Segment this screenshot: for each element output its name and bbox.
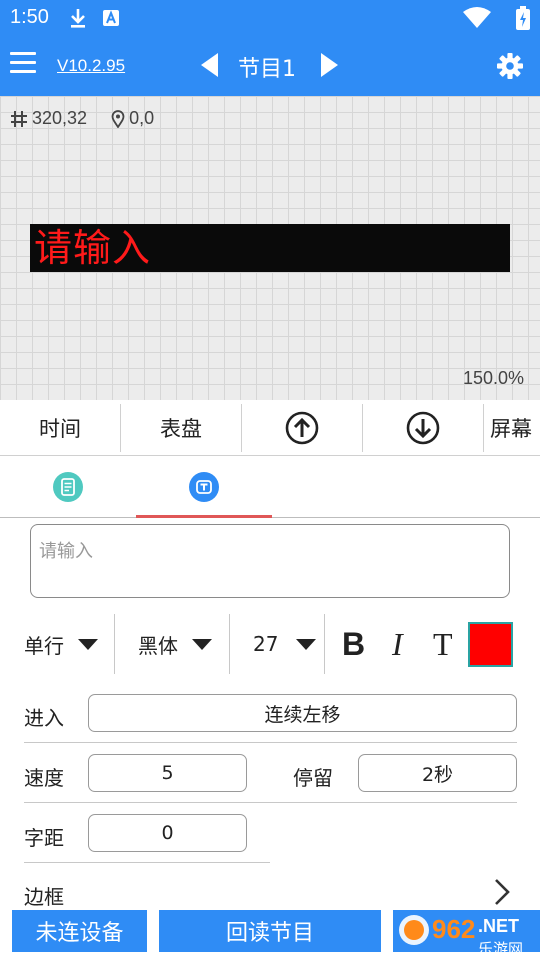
speed-input[interactable]: 5 — [88, 754, 247, 792]
watermark-suffix: .NET — [478, 916, 519, 936]
screen-tool[interactable]: 屏幕 — [484, 404, 540, 452]
element-toolbar: 时间 表盘 屏幕 — [0, 400, 540, 456]
dropdown-arrow-icon — [78, 638, 98, 650]
device-status-button[interactable]: 未连设备 — [12, 910, 147, 952]
divider — [114, 614, 115, 674]
font-size-value: 27 — [253, 632, 279, 656]
coordinate-readout: 320,32 0,0 — [10, 108, 154, 129]
text-style-button[interactable]: T — [433, 622, 453, 666]
divider — [229, 614, 230, 674]
stay-label: 停留 — [293, 766, 333, 790]
spacing-label: 字距 — [24, 826, 64, 850]
line-mode-value: 单行 — [24, 633, 64, 658]
screen-tool-label: 屏幕 — [490, 417, 532, 441]
divider — [24, 862, 270, 863]
divider — [24, 802, 517, 803]
tab-text[interactable] — [136, 456, 272, 518]
zoom-level: 150.0% — [462, 368, 524, 388]
tab-document[interactable] — [0, 456, 136, 518]
format-row: 单行 黑体 27 B I T — [0, 612, 540, 676]
top-bar: 1:50 V10.2.95 节目1 — [0, 0, 540, 96]
spacing-input[interactable]: 0 — [88, 814, 247, 852]
readback-program-button[interactable]: 回读节目 — [159, 910, 381, 952]
text-content-input[interactable]: 请输入 — [30, 524, 510, 598]
enter-label: 进入 — [24, 706, 64, 730]
document-icon — [53, 472, 83, 502]
dial-tool[interactable]: 表盘 — [121, 404, 242, 452]
time-tool-label: 时间 — [39, 417, 81, 441]
bold-button[interactable]: B — [342, 622, 365, 666]
time-tool[interactable]: 时间 — [0, 404, 121, 452]
wifi-icon — [463, 7, 491, 28]
dial-tool-label: 表盘 — [160, 417, 202, 441]
location-pin-icon — [111, 109, 125, 128]
app-bar: V10.2.95 节目1 — [0, 36, 540, 96]
line-mode-select[interactable]: 单行 — [24, 612, 98, 676]
arrow-down-circle-icon — [406, 411, 440, 445]
grid-size-icon — [11, 110, 27, 127]
divider — [24, 742, 517, 743]
move-up-button[interactable] — [242, 404, 363, 452]
font-value: 黑体 — [138, 633, 178, 658]
menu-icon[interactable] — [10, 52, 36, 74]
next-program-icon[interactable] — [320, 52, 340, 78]
divider — [324, 614, 325, 674]
arrow-up-circle-icon — [285, 411, 319, 445]
status-bar: 1:50 — [0, 0, 540, 36]
gear-icon[interactable] — [496, 52, 524, 80]
watermark-subtitle: 乐游网 — [478, 940, 523, 958]
program-title: 节目1 — [238, 57, 296, 82]
watermark-brand: 962 — [432, 914, 475, 944]
text-color-picker[interactable] — [468, 622, 513, 667]
stay-duration-select[interactable]: 2秒 — [358, 754, 517, 792]
version-link[interactable]: V10.2.95 — [57, 56, 125, 76]
previous-program-icon[interactable] — [199, 52, 219, 78]
text-icon — [189, 472, 219, 502]
move-down-button[interactable] — [363, 404, 484, 452]
border-label: 边框 — [24, 885, 64, 909]
speed-label: 速度 — [24, 766, 64, 790]
font-size-select[interactable]: 27 — [253, 612, 317, 676]
font-select[interactable]: 黑体 — [138, 612, 212, 676]
chevron-right-icon[interactable] — [493, 878, 511, 906]
dropdown-arrow-icon — [296, 638, 317, 650]
dropdown-arrow-icon — [192, 638, 212, 650]
site-watermark-logo: 962 .NET 乐游网 — [399, 914, 523, 958]
property-tabs — [0, 456, 540, 518]
led-screen[interactable]: 请输入 — [30, 224, 510, 272]
led-text: 请输入 — [34, 226, 152, 270]
italic-button[interactable]: I — [392, 622, 403, 666]
status-time: 1:50 — [10, 6, 49, 28]
battery-icon — [516, 6, 530, 30]
position-value: 0,0 — [129, 108, 155, 128]
sim-card-icon — [103, 10, 119, 26]
enter-effect-select[interactable]: 连续左移 — [88, 694, 517, 732]
led-preview-canvas[interactable]: 320,32 0,0 请输入 150.0% — [0, 96, 540, 400]
canvas-size-value: 320,32 — [32, 108, 88, 128]
download-icon — [71, 9, 85, 28]
